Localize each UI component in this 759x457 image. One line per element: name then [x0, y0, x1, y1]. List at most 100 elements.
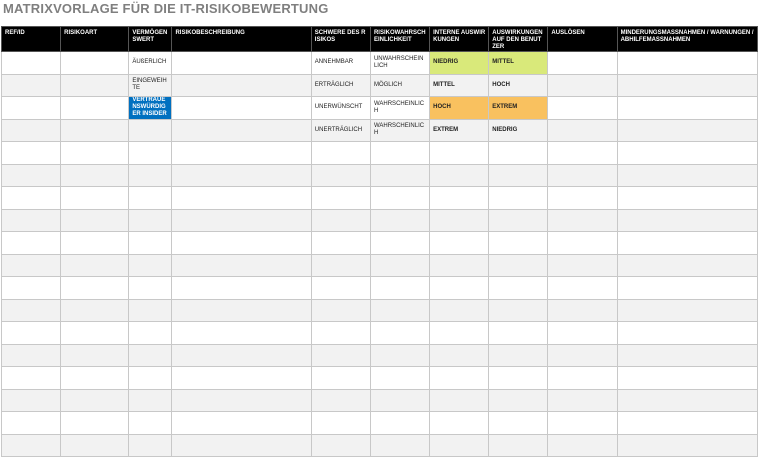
table-cell[interactable] — [369, 388, 431, 412]
table-cell[interactable] — [0, 276, 62, 300]
table-cell[interactable] — [310, 388, 371, 412]
table-cell[interactable] — [128, 366, 173, 390]
table-cell[interactable] — [60, 343, 130, 367]
table-cell[interactable] — [0, 343, 62, 367]
table-cell[interactable] — [429, 411, 490, 435]
table-cell[interactable] — [171, 276, 312, 300]
table-cell[interactable]: EINGEWEIHTE — [128, 73, 173, 97]
table-cell[interactable] — [171, 388, 312, 412]
table-cell[interactable] — [547, 298, 618, 322]
table-cell[interactable] — [616, 433, 759, 457]
table-cell[interactable] — [369, 186, 431, 210]
table-cell[interactable] — [429, 208, 490, 232]
table-cell[interactable] — [171, 253, 312, 277]
table-cell[interactable] — [60, 231, 130, 255]
table-cell[interactable] — [128, 118, 173, 142]
table-cell[interactable] — [310, 186, 371, 210]
table-cell[interactable] — [128, 388, 173, 412]
table-cell[interactable] — [310, 298, 371, 322]
table-cell[interactable] — [60, 276, 130, 300]
table-cell[interactable] — [369, 163, 431, 187]
table-cell[interactable] — [60, 186, 130, 210]
table-cell[interactable] — [369, 433, 431, 457]
table-cell[interactable] — [0, 388, 62, 412]
table-cell[interactable] — [488, 298, 549, 322]
table-cell[interactable] — [369, 343, 431, 367]
table-cell[interactable] — [171, 366, 312, 390]
table-cell[interactable] — [547, 118, 618, 142]
table-cell[interactable]: VERTRAUENSWÜRDIGER INSIDER — [128, 96, 173, 120]
table-cell[interactable] — [128, 186, 173, 210]
table-cell[interactable] — [547, 141, 618, 165]
table-cell[interactable] — [616, 321, 759, 345]
column-header[interactable]: AUSWIRKUNGEN AUF DEN BENUTZER — [488, 26, 549, 52]
table-cell[interactable] — [310, 163, 371, 187]
table-cell[interactable] — [60, 118, 130, 142]
table-cell[interactable]: UNWAHRSCHEINLICH — [369, 51, 431, 75]
table-cell[interactable] — [616, 96, 759, 120]
table-cell[interactable] — [369, 208, 431, 232]
table-cell[interactable] — [60, 73, 130, 97]
table-cell[interactable] — [616, 366, 759, 390]
table-cell[interactable] — [488, 343, 549, 367]
table-cell[interactable]: EXTREM — [488, 96, 549, 120]
table-cell[interactable] — [310, 253, 371, 277]
table-cell[interactable]: ERTRÄGLICH — [310, 73, 371, 97]
table-cell[interactable] — [310, 141, 371, 165]
table-cell[interactable] — [616, 141, 759, 165]
table-cell[interactable]: MITTEL — [429, 73, 490, 97]
table-cell[interactable] — [488, 208, 549, 232]
table-cell[interactable] — [429, 186, 490, 210]
table-cell[interactable] — [547, 96, 618, 120]
table-cell[interactable] — [488, 411, 549, 435]
table-cell[interactable] — [488, 253, 549, 277]
table-cell[interactable] — [488, 276, 549, 300]
table-cell[interactable]: ANNEHMBAR — [310, 51, 371, 75]
table-cell[interactable] — [488, 231, 549, 255]
table-cell[interactable] — [310, 321, 371, 345]
table-cell[interactable] — [310, 276, 371, 300]
table-cell[interactable] — [0, 163, 62, 187]
table-cell[interactable] — [0, 298, 62, 322]
table-cell[interactable] — [128, 141, 173, 165]
table-cell[interactable] — [369, 411, 431, 435]
table-cell[interactable] — [0, 186, 62, 210]
table-cell[interactable] — [369, 298, 431, 322]
table-cell[interactable] — [60, 253, 130, 277]
table-cell[interactable] — [171, 321, 312, 345]
table-cell[interactable]: WAHRSCHEINLICH — [369, 118, 431, 142]
table-cell[interactable]: MITTEL — [488, 51, 549, 75]
table-cell[interactable] — [547, 366, 618, 390]
table-cell[interactable] — [0, 411, 62, 435]
table-cell[interactable] — [429, 388, 490, 412]
table-cell[interactable] — [488, 321, 549, 345]
table-cell[interactable] — [60, 321, 130, 345]
table-cell[interactable] — [547, 411, 618, 435]
table-cell[interactable] — [616, 73, 759, 97]
table-cell[interactable] — [429, 321, 490, 345]
table-cell[interactable] — [616, 253, 759, 277]
table-cell[interactable] — [128, 231, 173, 255]
table-cell[interactable] — [60, 366, 130, 390]
table-cell[interactable] — [616, 411, 759, 435]
table-cell[interactable] — [171, 141, 312, 165]
table-cell[interactable] — [429, 433, 490, 457]
table-cell[interactable] — [369, 276, 431, 300]
table-cell[interactable] — [488, 163, 549, 187]
table-cell[interactable] — [128, 343, 173, 367]
table-cell[interactable] — [369, 366, 431, 390]
table-cell[interactable]: UNERWÜNSCHT — [310, 96, 371, 120]
table-cell[interactable] — [616, 343, 759, 367]
table-cell[interactable] — [488, 186, 549, 210]
table-cell[interactable] — [488, 433, 549, 457]
table-cell[interactable] — [429, 231, 490, 255]
table-cell[interactable] — [60, 208, 130, 232]
table-cell[interactable] — [128, 411, 173, 435]
table-cell[interactable]: ÄUßERLICH — [128, 51, 173, 75]
table-cell[interactable]: NIEDRIG — [488, 118, 549, 142]
table-cell[interactable] — [0, 51, 62, 75]
table-cell[interactable] — [429, 366, 490, 390]
table-cell[interactable] — [547, 433, 618, 457]
table-cell[interactable] — [60, 298, 130, 322]
table-cell[interactable] — [60, 96, 130, 120]
